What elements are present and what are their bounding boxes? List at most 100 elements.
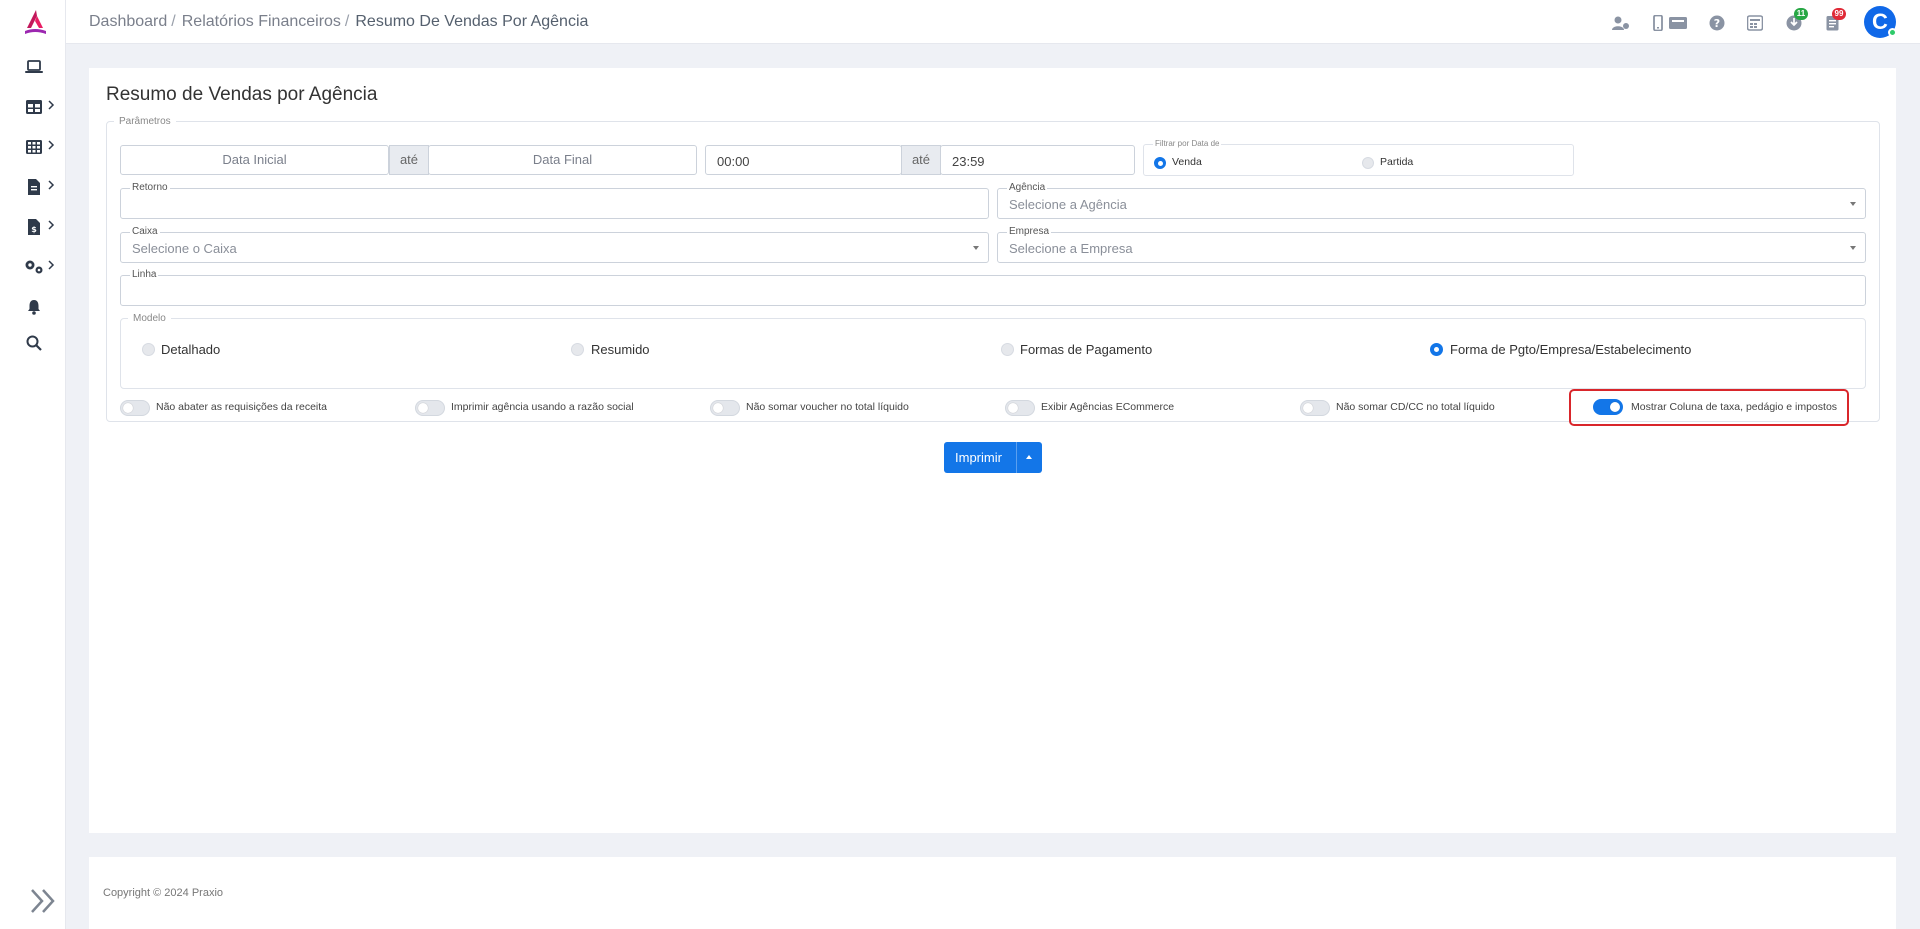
linha-field[interactable]: Linha bbox=[120, 269, 1866, 306]
tasks-icon[interactable]: 99 bbox=[1822, 8, 1846, 33]
caret-down-icon bbox=[973, 246, 979, 250]
modelo-forma-pgto-empresa-radio[interactable] bbox=[1430, 343, 1443, 356]
ate-addon: até bbox=[901, 145, 941, 175]
filtrar-por-data-label: Filtrar por Data de bbox=[1153, 138, 1222, 150]
svg-text:$: $ bbox=[31, 225, 37, 234]
page-title: Resumo de Vendas por Agência bbox=[106, 84, 378, 105]
caixa-placeholder: Selecione o Caixa bbox=[132, 241, 237, 256]
print-button-label: Imprimir bbox=[955, 450, 1002, 465]
expand-sidebar-icon[interactable] bbox=[30, 888, 60, 918]
toggle-nao-somar-cdcc-label: Não somar CD/CC no total líquido bbox=[1336, 401, 1495, 413]
sidebar-item-configuracoes[interactable] bbox=[0, 249, 66, 285]
toggle-nao-somar-voucher[interactable] bbox=[710, 400, 740, 416]
empresa-label: Empresa bbox=[1007, 226, 1052, 238]
modelo-detalhado-radio[interactable] bbox=[142, 343, 155, 356]
toggle-nao-abater-requisicoes[interactable] bbox=[120, 400, 150, 416]
toggle-exibir-agencias-ecommerce-label: Exibir Agências ECommerce bbox=[1041, 401, 1175, 413]
filtro-venda-label: Venda bbox=[1172, 156, 1202, 168]
sidebar-item-cadastros[interactable] bbox=[0, 89, 66, 125]
filtro-partida-radio[interactable] bbox=[1362, 157, 1374, 169]
modelo-detalhado-label: Detalhado bbox=[161, 342, 221, 357]
linha-label: Linha bbox=[130, 269, 159, 281]
toggle-imprimir-razao-social-label: Imprimir agência usando a razão social bbox=[451, 401, 634, 413]
ate-addon: até bbox=[389, 145, 429, 175]
breadcrumb: Dashboard / Relatórios Financeiros / Resumo … bbox=[89, 13, 588, 31]
hora-inicial-input[interactable]: 00:00 bbox=[705, 145, 902, 175]
downloads-badge: 11 bbox=[1794, 8, 1808, 20]
caret-down-icon bbox=[1850, 246, 1856, 250]
toggle-nao-somar-voucher-label: Não somar voucher no total líquido bbox=[746, 401, 909, 413]
search-icon bbox=[24, 334, 44, 352]
table-icon bbox=[24, 98, 44, 116]
breadcrumb-current: Resumo De Vendas Por Agência bbox=[355, 13, 589, 30]
help-icon[interactable]: ? bbox=[1707, 13, 1727, 33]
caixa-label: Caixa bbox=[130, 226, 160, 238]
breadcrumb-separator: / bbox=[171, 13, 176, 30]
agencia-select[interactable]: Agência Selecione a Agência bbox=[997, 182, 1866, 219]
hora-final-input[interactable]: 23:59 bbox=[940, 145, 1135, 175]
params-legend: Parâmetros bbox=[119, 116, 171, 127]
mobile-icon[interactable] bbox=[1648, 13, 1668, 33]
hora-inicial-value: 00:00 bbox=[717, 154, 750, 169]
modelo-forma-pgto-empresa-label: Forma de Pgto/Empresa/Estabelecimento bbox=[1450, 342, 1692, 357]
print-dropdown-caret-icon[interactable] bbox=[1016, 442, 1042, 473]
empresa-placeholder: Selecione a Empresa bbox=[1009, 241, 1133, 256]
laptop-icon bbox=[24, 58, 44, 76]
empresa-select[interactable]: Empresa Selecione a Empresa bbox=[997, 226, 1866, 263]
sidebar-item-dashboard[interactable] bbox=[0, 49, 66, 85]
grid-icon bbox=[24, 138, 44, 156]
sidebar-item-documentos[interactable] bbox=[0, 169, 66, 205]
sidebar-item-notificacoes[interactable] bbox=[0, 289, 66, 325]
toggle-nao-somar-cdcc[interactable] bbox=[1300, 400, 1330, 416]
filtro-partida-label: Partida bbox=[1380, 156, 1414, 168]
toggle-imprimir-razao-social[interactable] bbox=[415, 400, 445, 416]
bell-icon bbox=[24, 298, 44, 316]
tasks-badge: 99 bbox=[1832, 8, 1846, 20]
data-final-input[interactable]: Data Final bbox=[428, 145, 697, 175]
copyright-text: Copyright © 2024 Praxio bbox=[103, 887, 224, 899]
breadcrumb-relatorios-financeiros[interactable]: Relatórios Financeiros bbox=[182, 13, 341, 30]
app-logo[interactable] bbox=[22, 8, 48, 38]
filtro-venda-radio[interactable] bbox=[1154, 157, 1166, 169]
filtrar-por-data-group: Filtrar por Data de Venda Partida bbox=[1143, 138, 1574, 176]
agencia-label: Agência bbox=[1007, 182, 1048, 194]
footer: Copyright © 2024 Praxio bbox=[89, 857, 1896, 929]
sidebar: $ bbox=[0, 0, 66, 929]
online-status-dot bbox=[1888, 28, 1897, 37]
modelo-resumido-label: Resumido bbox=[591, 342, 650, 357]
sidebar-item-busca[interactable] bbox=[0, 325, 66, 361]
chevron-right-icon bbox=[48, 258, 58, 272]
user-settings-icon[interactable] bbox=[1611, 13, 1631, 33]
topbar: Dashboard / Relatórios Financeiros / Resumo … bbox=[66, 0, 1920, 44]
toggle-nao-abater-requisicoes-label: Não abater as requisições da receita bbox=[156, 401, 328, 413]
breadcrumb-separator: / bbox=[344, 13, 350, 30]
data-inicial-input[interactable]: Data Inicial bbox=[120, 145, 389, 175]
highlight-box bbox=[1569, 389, 1849, 426]
hora-final-value: 23:59 bbox=[952, 154, 985, 169]
modelo-formas-pagamento-radio[interactable] bbox=[1001, 343, 1014, 356]
download-icon[interactable]: 11 bbox=[1784, 8, 1808, 33]
modelo-legend: Modelo bbox=[133, 313, 166, 324]
gears-icon bbox=[24, 258, 44, 276]
modelo-resumido-radio[interactable] bbox=[571, 343, 584, 356]
sidebar-item-financeiro[interactable]: $ bbox=[0, 209, 66, 245]
file-invoice-dollar-icon: $ bbox=[24, 218, 44, 236]
print-button[interactable]: Imprimir bbox=[944, 442, 1042, 473]
toggle-exibir-agencias-ecommerce[interactable] bbox=[1005, 400, 1035, 416]
chevron-right-icon bbox=[48, 218, 58, 232]
agencia-placeholder: Selecione a Agência bbox=[1009, 197, 1127, 212]
caixa-select[interactable]: Caixa Selecione o Caixa bbox=[120, 226, 989, 263]
file-icon bbox=[24, 178, 44, 196]
breadcrumb-dashboard[interactable]: Dashboard bbox=[89, 13, 167, 30]
sidebar-item-tabelas[interactable] bbox=[0, 129, 66, 165]
chevron-right-icon bbox=[48, 138, 58, 152]
chevron-right-icon bbox=[48, 98, 58, 112]
modelo-formas-pagamento-label: Formas de Pagamento bbox=[1020, 342, 1153, 357]
chevron-right-icon bbox=[48, 178, 58, 192]
ticket-icon[interactable] bbox=[1668, 13, 1688, 33]
cash-register-icon[interactable] bbox=[1745, 13, 1765, 33]
retorno-label: Retorno bbox=[130, 182, 170, 194]
caret-down-icon bbox=[1850, 202, 1856, 206]
retorno-field[interactable]: Retorno bbox=[120, 182, 989, 219]
svg-text:?: ? bbox=[1714, 17, 1720, 30]
